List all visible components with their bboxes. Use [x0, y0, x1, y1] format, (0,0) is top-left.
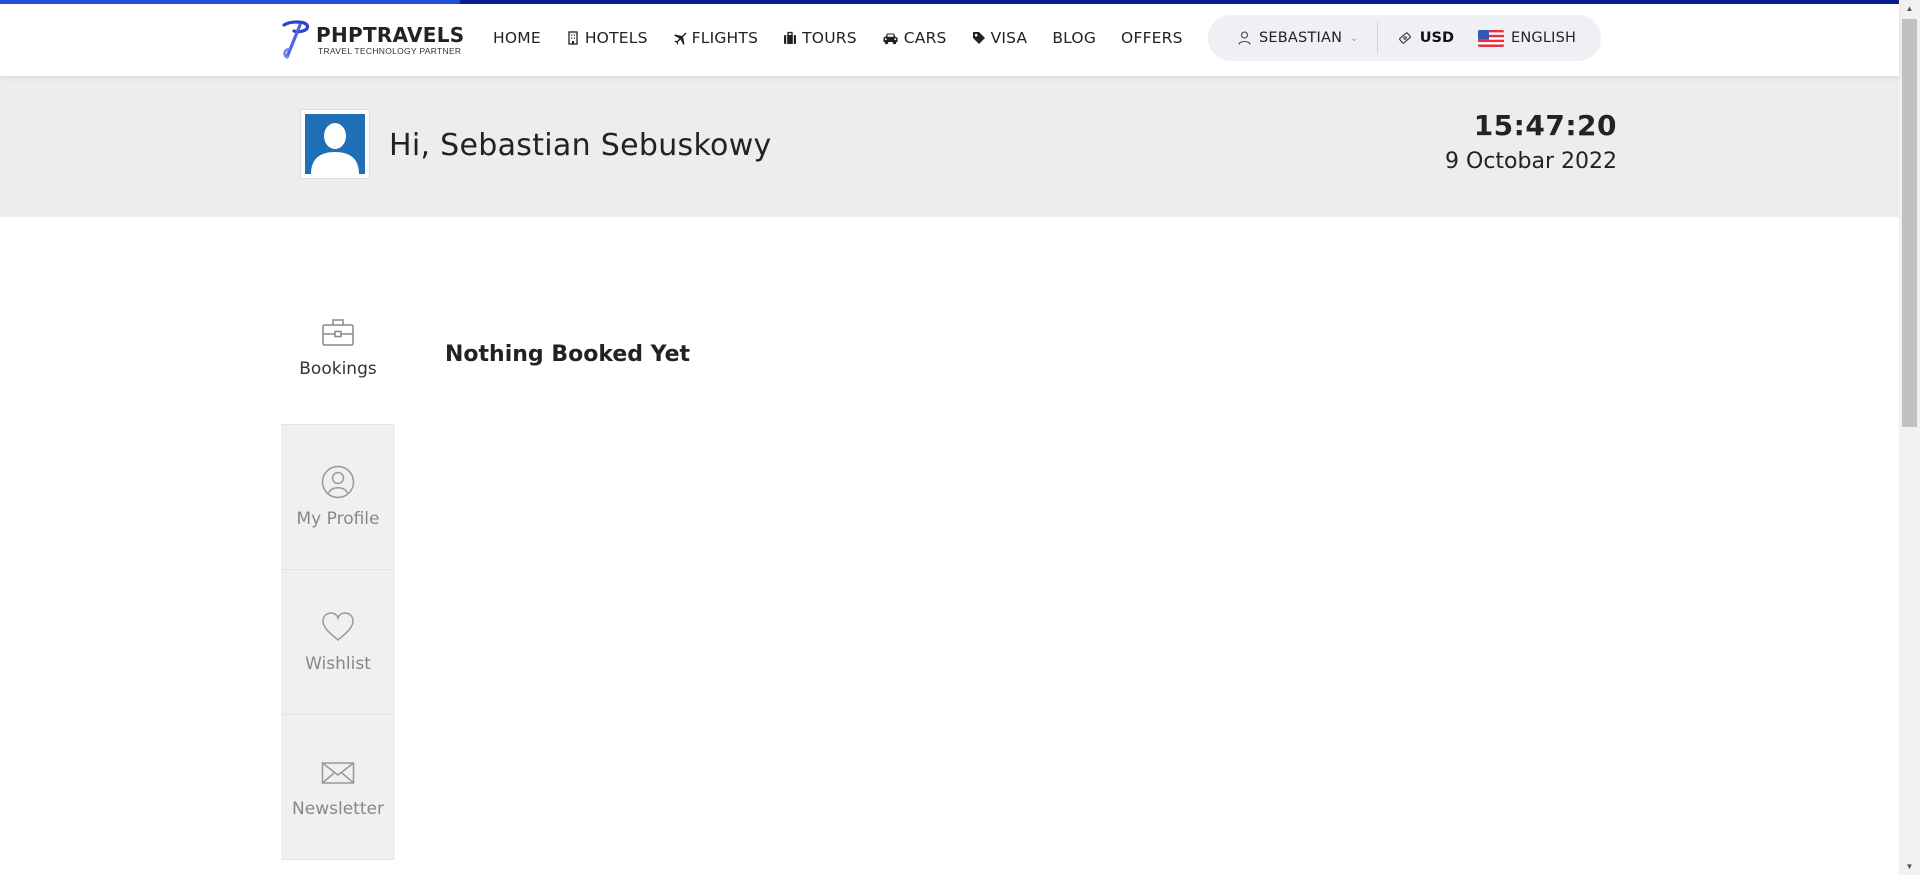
- user-menu-dropdown[interactable]: SEBASTIAN ⌄: [1238, 30, 1359, 46]
- sidebar-item-newsletter[interactable]: Newsletter: [281, 715, 395, 860]
- nav-blog-label: BLOG: [1052, 29, 1097, 47]
- sidebar-item-bookings[interactable]: Bookings: [281, 289, 395, 425]
- nav-cars-label: CARS: [903, 29, 947, 47]
- dashboard-header: Hi, Sebastian Sebuskowy 15:47:20 9 Octob…: [0, 76, 1899, 217]
- nav-offers-label: OFFERS: [1121, 29, 1183, 47]
- plane-icon: [673, 31, 687, 45]
- sidebar-item-my-profile[interactable]: My Profile: [281, 425, 395, 570]
- user-icon: [1238, 31, 1251, 45]
- nav-offers[interactable]: OFFERS: [1121, 29, 1183, 47]
- nav-home-label: HOME: [493, 29, 541, 47]
- account-bar: SEBASTIAN ⌄ USD ENGLISH: [1208, 15, 1601, 61]
- money-icon: [1398, 32, 1411, 44]
- sidebar-item-label: Wishlist: [305, 654, 371, 674]
- dashboard-sidebar: Bookings My Profile Wishlist Newsletter: [281, 289, 395, 860]
- nav-blog[interactable]: BLOG: [1052, 29, 1096, 47]
- nav-visa-label: VISA: [990, 29, 1028, 47]
- date-time: 15:47:20 9 Octobar 2022: [1445, 109, 1617, 174]
- sidebar-item-label: My Profile: [296, 509, 380, 529]
- scrollbar-thumb[interactable]: [1902, 19, 1917, 427]
- current-date: 9 Octobar 2022: [1445, 149, 1617, 174]
- scroll-up-arrow-icon[interactable]: ▲: [1899, 0, 1920, 17]
- currency-label: USD: [1419, 30, 1454, 46]
- nav-flights-label: FLIGHTS: [691, 29, 759, 47]
- sidebar-item-wishlist[interactable]: Wishlist: [281, 570, 395, 715]
- avatar: [300, 109, 370, 179]
- currency-selector[interactable]: USD: [1398, 30, 1454, 46]
- building-icon: [566, 31, 580, 45]
- sidebar-item-label: Bookings: [299, 359, 377, 379]
- envelope-icon: [321, 762, 355, 784]
- nav-home[interactable]: HOME: [493, 29, 541, 47]
- phptravels-logo-icon: [282, 20, 310, 59]
- page-scrollbar[interactable]: ▲ ▼: [1899, 0, 1920, 875]
- scroll-down-arrow-icon[interactable]: ▼: [1899, 858, 1920, 875]
- tag-icon: [972, 31, 986, 45]
- greeting-text: Hi, Sebastian Sebuskowy: [389, 128, 772, 163]
- username-label: SEBASTIAN: [1259, 30, 1343, 46]
- suitcase-icon: [783, 31, 797, 45]
- user-circle-icon: [321, 465, 355, 499]
- top-navigation: PHPTRAVELS TRAVEL TECHNOLOGY PARTNER HOM…: [0, 4, 1899, 76]
- heart-icon: [322, 612, 354, 641]
- brand-name: PHPTRAVELS: [316, 23, 465, 47]
- nav-hotels-label: HOTELS: [584, 29, 648, 47]
- account-divider: [1376, 22, 1378, 54]
- us-flag-icon: [1478, 29, 1504, 47]
- current-time: 15:47:20: [1473, 109, 1617, 142]
- car-icon: [882, 31, 899, 45]
- brand-logo[interactable]: PHPTRAVELS TRAVEL TECHNOLOGY PARTNER: [280, 18, 465, 62]
- sidebar-item-label: Newsletter: [292, 799, 384, 819]
- empty-bookings-message: Nothing Booked Yet: [445, 342, 691, 367]
- default-avatar-icon: [305, 114, 365, 174]
- nav-tours[interactable]: TOURS: [783, 29, 857, 47]
- language-selector[interactable]: ENGLISH: [1478, 29, 1577, 47]
- nav-cars[interactable]: CARS: [882, 29, 947, 47]
- chevron-down-icon: ⌄: [1350, 32, 1359, 44]
- nav-tours-label: TOURS: [802, 29, 857, 47]
- language-label: ENGLISH: [1511, 30, 1577, 46]
- briefcase-icon: [322, 319, 354, 346]
- nav-hotels[interactable]: HOTELS: [566, 29, 648, 47]
- nav-visa[interactable]: VISA: [972, 29, 1028, 47]
- nav-flights[interactable]: FLIGHTS: [673, 29, 759, 47]
- main-menu: HOME HOTELS FLIGHTS TOURS CARS VISA BLOG…: [493, 4, 1208, 72]
- brand-tagline: TRAVEL TECHNOLOGY PARTNER: [318, 46, 462, 56]
